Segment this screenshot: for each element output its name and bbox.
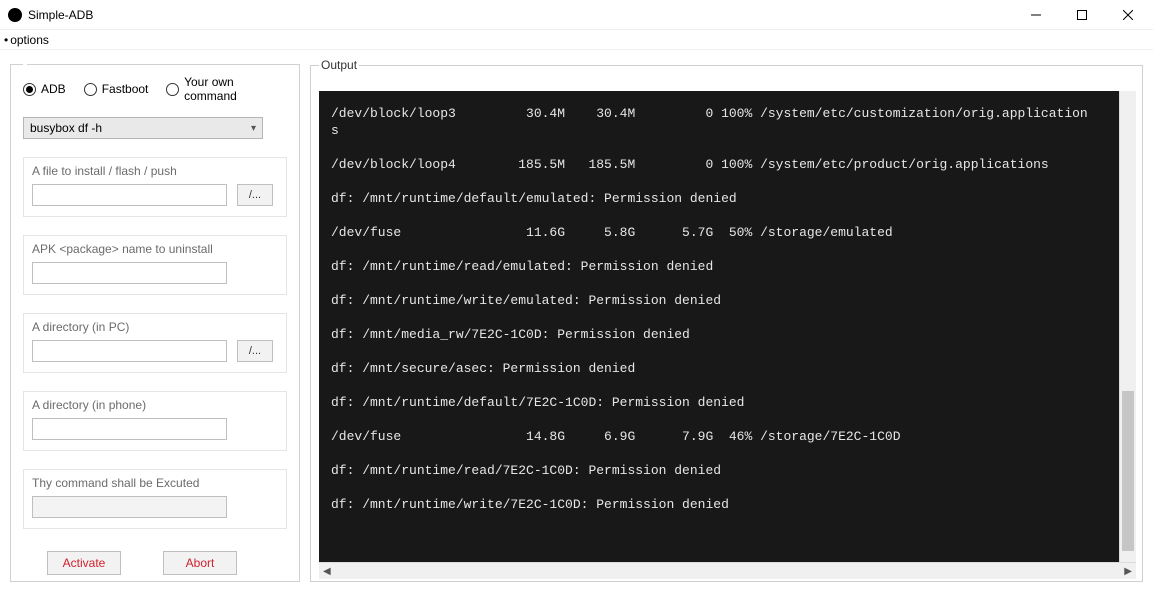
command-select[interactable]: busybox df -h ▾ (23, 117, 263, 139)
group-install: A file to install / flash / push /... (23, 157, 287, 217)
close-button[interactable] (1105, 0, 1151, 30)
group-label: A directory (in PC) (32, 320, 278, 334)
maximize-icon (1077, 10, 1087, 20)
mode-radio-own[interactable]: Your own command (166, 75, 287, 103)
activate-button[interactable]: Activate (47, 551, 121, 575)
bullet-icon: • (4, 33, 8, 47)
horizontal-scrollbar[interactable]: ◀ ▶ (319, 562, 1136, 579)
output-terminal[interactable]: /dev/block/loop3 30.4M 30.4M 0 100% /sys… (319, 91, 1136, 579)
app-icon (8, 8, 22, 22)
window-title: Simple-ADB (28, 8, 93, 22)
radio-icon (166, 83, 179, 96)
maximize-button[interactable] (1059, 0, 1105, 30)
group-label: APK <package> name to uninstall (32, 242, 278, 256)
radio-icon (23, 83, 36, 96)
group-label: A file to install / flash / push (32, 164, 278, 178)
menu-options[interactable]: options (10, 33, 49, 47)
menubar: • options (0, 30, 1153, 50)
group-dir-phone: A directory (in phone) (23, 391, 287, 451)
dir-pc-browse-button[interactable]: /... (237, 340, 273, 362)
mode-radio-group: ADB Fastboot Your own command (23, 75, 287, 103)
dir-pc-input[interactable] (32, 340, 227, 362)
titlebar: Simple-ADB (0, 0, 1153, 30)
scroll-right-icon[interactable]: ▶ (1124, 566, 1132, 577)
scroll-left-icon[interactable]: ◀ (323, 566, 331, 577)
controls-panel: ADB Fastboot Your own command busybox df… (10, 64, 300, 582)
radio-label: ADB (41, 82, 66, 96)
group-label: Thy command shall be Excuted (32, 476, 278, 490)
group-label: A directory (in phone) (32, 398, 278, 412)
output-panel: Output /dev/block/loop3 30.4M 30.4M 0 10… (310, 58, 1143, 582)
install-browse-button[interactable]: /... (237, 184, 273, 206)
output-legend: Output (319, 58, 359, 72)
minimize-icon (1031, 10, 1041, 20)
abort-button[interactable]: Abort (163, 551, 237, 575)
install-path-input[interactable] (32, 184, 227, 206)
custom-command-input[interactable] (32, 496, 227, 518)
radio-label: Your own command (184, 75, 287, 103)
scrollbar-thumb[interactable] (1122, 391, 1134, 551)
browse-label: /... (249, 189, 261, 201)
group-uninstall: APK <package> name to uninstall (23, 235, 287, 295)
browse-label: /... (249, 345, 261, 357)
mode-radio-adb[interactable]: ADB (23, 82, 66, 96)
group-custom-command: Thy command shall be Excuted (23, 469, 287, 529)
vertical-scrollbar[interactable] (1119, 91, 1136, 562)
chevron-down-icon: ▾ (251, 123, 256, 134)
command-select-value: busybox df -h (30, 121, 102, 135)
button-label: Abort (186, 556, 215, 570)
mode-radio-fastboot[interactable]: Fastboot (84, 82, 149, 96)
close-icon (1123, 10, 1133, 20)
minimize-button[interactable] (1013, 0, 1059, 30)
button-label: Activate (63, 556, 106, 570)
uninstall-package-input[interactable] (32, 262, 227, 284)
dir-phone-input[interactable] (32, 418, 227, 440)
group-dir-pc: A directory (in PC) /... (23, 313, 287, 373)
radio-icon (84, 83, 97, 96)
radio-label: Fastboot (102, 82, 149, 96)
